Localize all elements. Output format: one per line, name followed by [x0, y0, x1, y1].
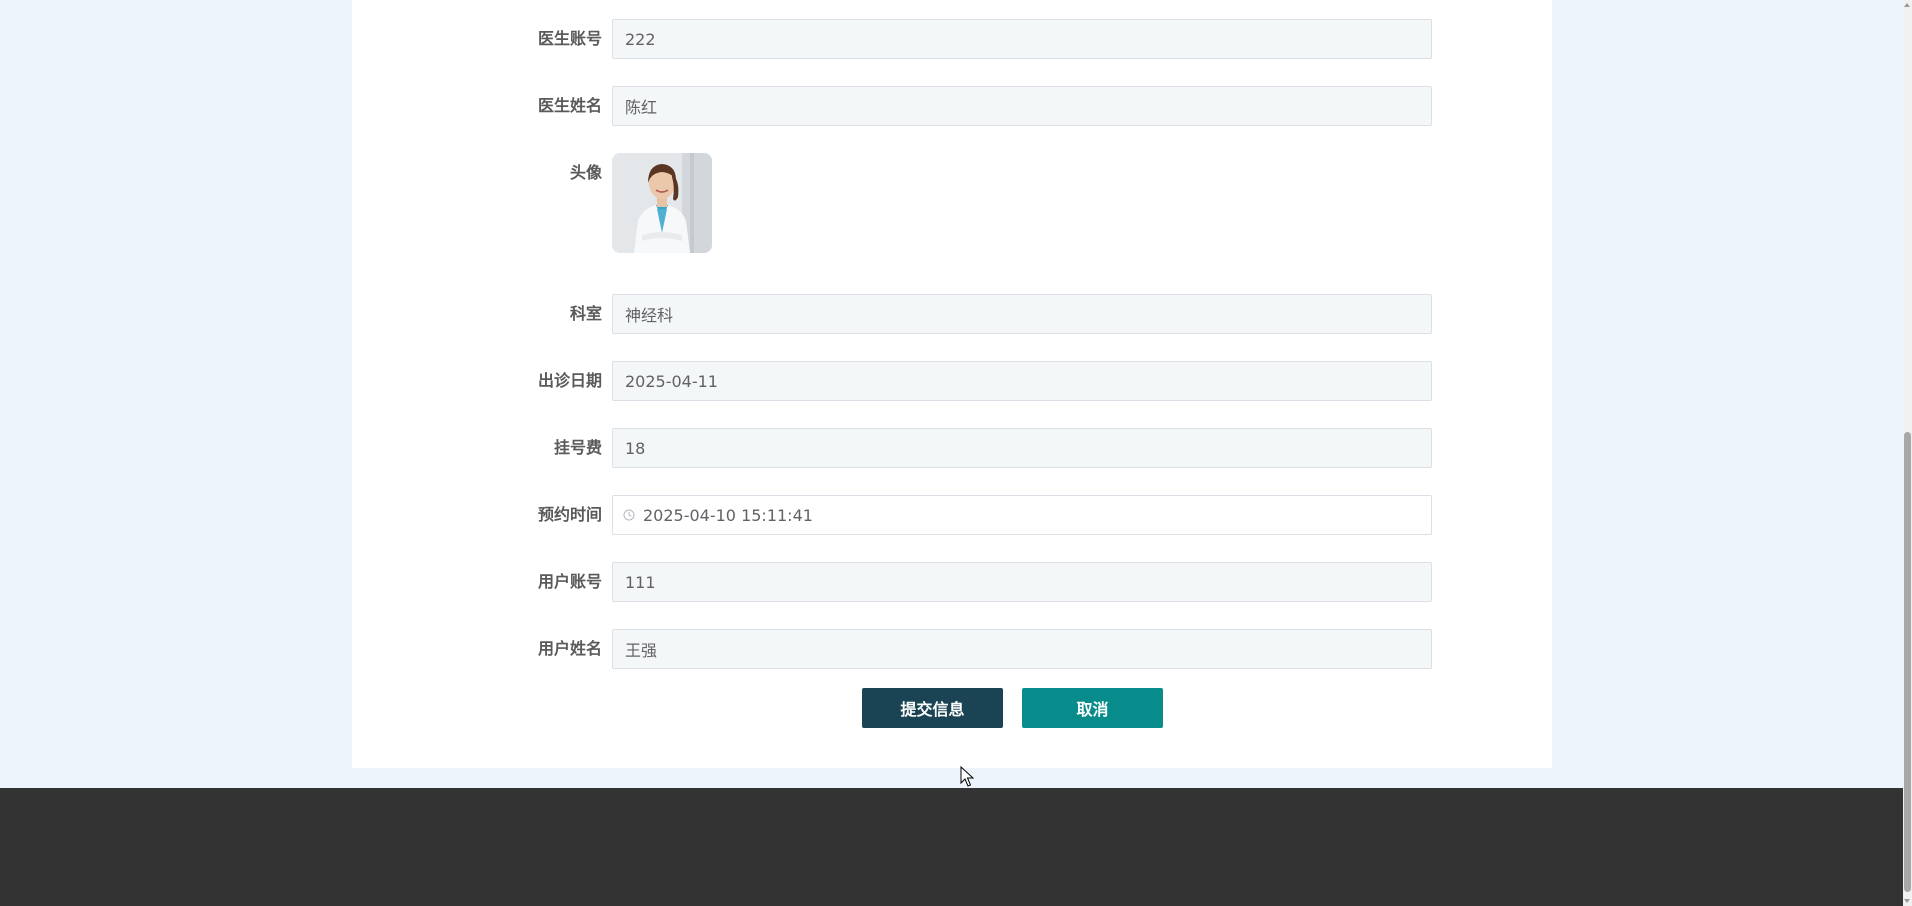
appointment-form-card: 医生账号 医生姓名 头像 [352, 0, 1552, 768]
form-row-avatar: 头像 [352, 153, 1552, 253]
scroll-up-arrow-icon[interactable] [1904, 3, 1910, 7]
doctor-photo [612, 153, 712, 253]
form-row-doctor-account: 医生账号 [352, 19, 1552, 59]
form-row-user-account: 用户账号 [352, 562, 1552, 602]
registration-fee-label: 挂号费 [553, 438, 602, 457]
user-account-label: 用户账号 [537, 572, 602, 591]
form-row-visit-date: 出诊日期 [352, 361, 1552, 401]
scrollbar-thumb[interactable] [1904, 432, 1911, 892]
appointment-time-label: 预约时间 [537, 505, 602, 524]
form-row-doctor-name: 医生姓名 [352, 86, 1552, 126]
vertical-scrollbar[interactable] [1903, 0, 1912, 906]
scroll-down-arrow-icon[interactable] [1904, 899, 1910, 903]
doctor-account-input[interactable] [612, 19, 1432, 59]
doctor-name-input[interactable] [612, 86, 1432, 126]
page-footer [0, 788, 1903, 906]
form-row-appointment-time: 预约时间 [352, 495, 1552, 535]
submit-button[interactable]: 提交信息 [862, 688, 1003, 728]
mouse-cursor-icon [960, 766, 974, 787]
department-label: 科室 [569, 304, 602, 323]
doctor-account-label: 医生账号 [537, 29, 602, 48]
user-name-label: 用户姓名 [537, 639, 602, 658]
page-viewport: 医生账号 医生姓名 头像 [0, 0, 1903, 906]
cancel-button[interactable]: 取消 [1022, 688, 1163, 728]
appointment-time-picker[interactable] [612, 495, 1432, 535]
user-name-input[interactable] [612, 629, 1432, 669]
user-account-input[interactable] [612, 562, 1432, 602]
form-row-registration-fee: 挂号费 [352, 428, 1552, 468]
doctor-avatar-image[interactable] [612, 153, 712, 253]
clock-icon [623, 509, 635, 521]
avatar-label: 头像 [569, 163, 602, 182]
visit-date-label: 出诊日期 [537, 371, 602, 390]
form-row-department: 科室 [352, 294, 1552, 334]
form-row-user-name: 用户姓名 [352, 629, 1552, 669]
department-input[interactable] [612, 294, 1432, 334]
doctor-name-label: 医生姓名 [537, 96, 602, 115]
visit-date-input[interactable] [612, 361, 1432, 401]
registration-fee-input[interactable] [612, 428, 1432, 468]
